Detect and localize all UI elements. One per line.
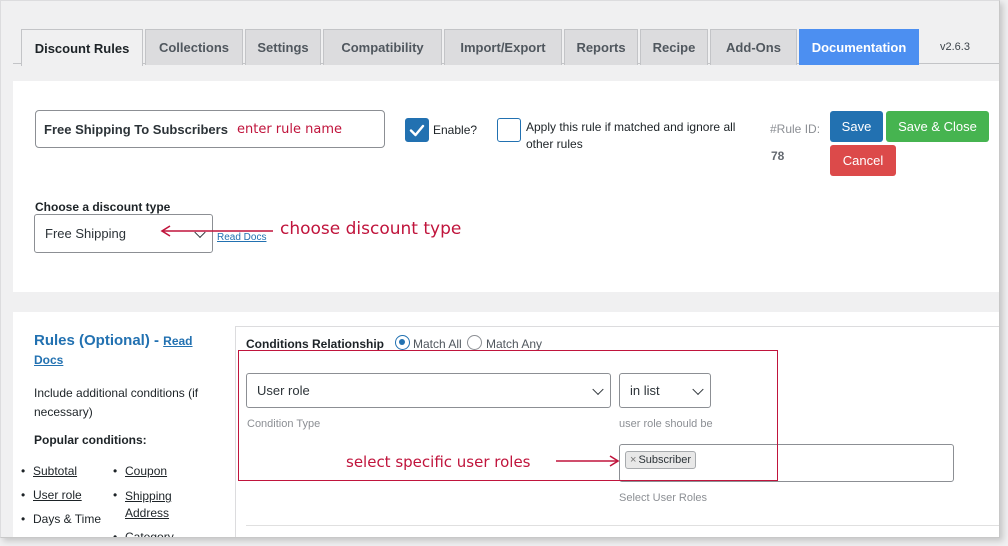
rule-id-value: 78 [771,149,785,163]
rules-read-link[interactable]: Read [163,334,192,348]
bullet: • [113,530,118,538]
tab-bar: Discount Rules Collections Settings Comp… [13,1,999,66]
rules-title-text: Rules (Optional) - [34,332,164,349]
rules-description: Include additional conditions (if necess… [34,386,199,419]
cancel-button[interactable]: Cancel [830,145,896,176]
bullet: • [113,464,118,478]
tab-settings[interactable]: Settings [245,29,321,65]
conditions-relationship-label: Conditions Relationship [246,337,384,351]
tab-documentation[interactable]: Documentation [799,29,919,65]
match-any-radio[interactable] [467,335,482,350]
roles-caption: Select User Roles [619,492,708,504]
tab-recipe[interactable]: Recipe [640,29,708,65]
bullet: • [21,512,26,526]
condition-link-category[interactable]: Category [125,530,174,537]
rules-docs-link[interactable]: Docs [34,353,63,367]
match-any-label: Match Any [486,337,543,351]
condition-link-shipping-address[interactable]: Shipping Address [125,488,185,522]
tab-collections[interactable]: Collections [145,29,243,65]
bullet: • [21,488,26,502]
tab-compatibility[interactable]: Compatibility [323,29,442,65]
apply-exclusive-checkbox[interactable] [497,118,521,142]
enable-label: Enable? [433,123,478,137]
divider [246,525,999,526]
save-button[interactable]: Save [830,111,883,142]
tab-import-export[interactable]: Import/Export [444,29,562,65]
tab-reports[interactable]: Reports [564,29,638,65]
condition-link-user-role[interactable]: User role [33,488,82,502]
version-label: v2.6.3 [940,41,970,53]
discount-type-value: Free Shipping [45,226,126,241]
tab-discount-rules[interactable]: Discount Rules [21,29,143,66]
rules-title: Rules (Optional) - Read [34,332,193,349]
match-all-radio[interactable] [395,335,410,350]
annotation-arrow-right-icon [556,455,620,467]
save-close-button[interactable]: Save & Close [886,111,989,142]
annotation-rule-name: enter rule name [237,122,343,137]
rule-name-value: Free Shipping To Subscribers [44,121,228,137]
bullet: • [21,464,26,478]
enable-checkbox[interactable] [405,118,429,142]
bullet: • [113,488,118,502]
discount-type-heading: Choose a discount type [35,200,171,214]
match-all-label: Match All [413,337,462,351]
popular-conditions-heading: Popular conditions: [34,433,147,447]
condition-link-coupon[interactable]: Coupon [125,464,167,478]
annotation-arrow-left-icon [160,225,273,237]
app-frame: Discount Rules Collections Settings Comp… [0,0,1000,538]
apply-exclusive-label: Apply this rule if matched and ignore al… [526,120,736,151]
radio-dot [399,339,405,345]
annotation-discount-type: choose discount type [280,219,462,239]
condition-days-time: Days & Time [33,512,102,526]
tab-add-ons[interactable]: Add-Ons [710,29,797,65]
annotation-user-roles: select specific user roles [346,453,531,471]
condition-link-subtotal[interactable]: Subtotal [33,464,77,478]
rule-id-label: #Rule ID: [770,122,821,136]
checkmark-icon [409,124,425,137]
